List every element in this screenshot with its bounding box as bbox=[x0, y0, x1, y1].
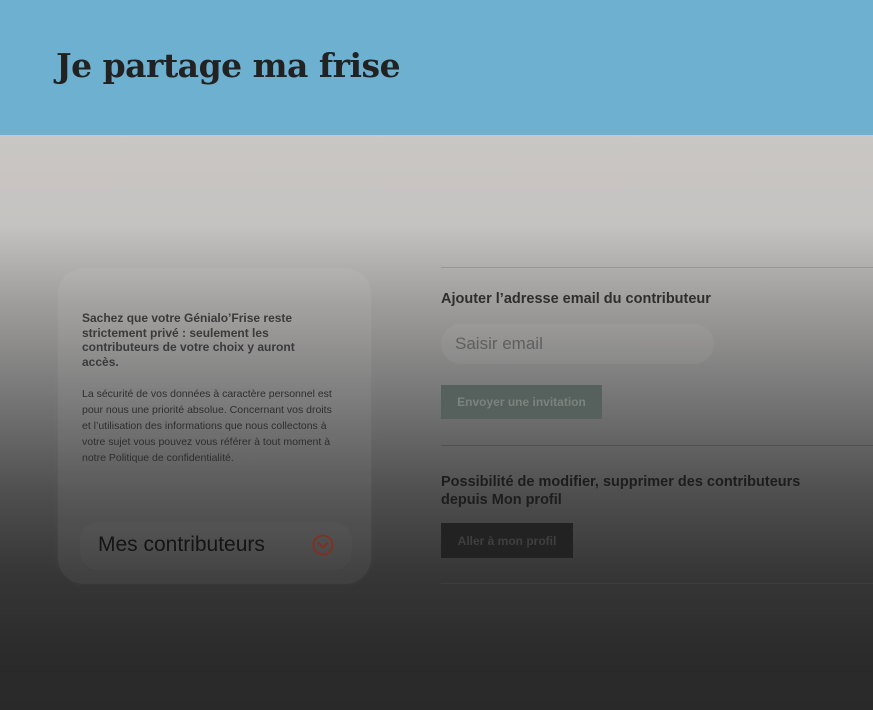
chevron-down-icon bbox=[312, 534, 334, 556]
add-contributor-email-title: Ajouter l’adresse email du contributeur bbox=[441, 291, 711, 307]
section-divider bbox=[441, 583, 873, 584]
section-divider bbox=[441, 445, 873, 446]
my-contributors-toggle[interactable]: Mes contributeurs bbox=[80, 522, 352, 570]
section-divider bbox=[441, 267, 873, 268]
manage-contributors-title: Possibilité de modifier, supprimer des c… bbox=[441, 474, 801, 508]
page-title: Je partage ma frise bbox=[56, 46, 401, 85]
privacy-body-text: La sécurité de vos données à caractère p… bbox=[82, 388, 332, 464]
send-invitation-button[interactable]: Envoyer une invitation bbox=[441, 385, 602, 419]
go-to-profile-button[interactable]: Aller à mon profil bbox=[441, 523, 573, 558]
page-header: Je partage ma frise bbox=[0, 0, 873, 135]
my-contributors-label: Mes contributeurs bbox=[98, 533, 265, 556]
privacy-intro-text: Sachez que votre Génialo’Frise reste str… bbox=[82, 311, 295, 369]
email-input[interactable] bbox=[441, 324, 714, 364]
